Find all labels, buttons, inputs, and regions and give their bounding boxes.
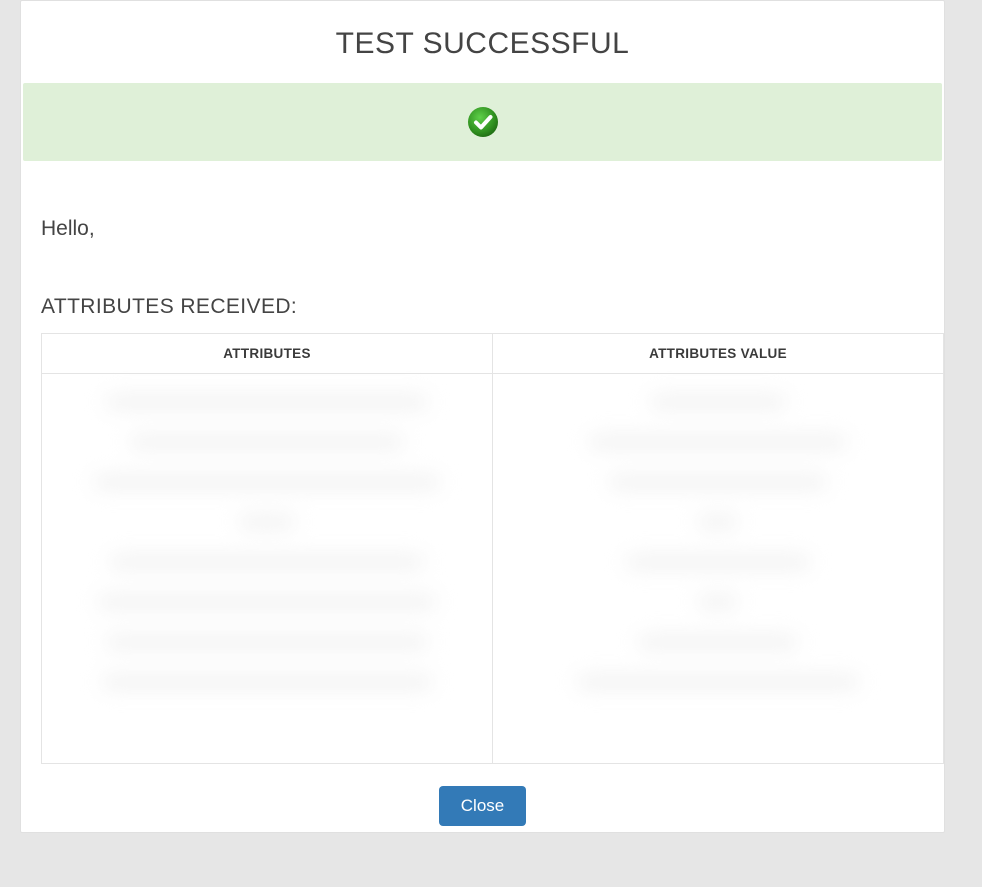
result-panel: TEST SUCCESSFUL — [20, 0, 945, 833]
table-header-attributes: ATTRIBUTES — [42, 334, 493, 374]
attributes-heading: ATTRIBUTES RECEIVED: — [21, 251, 944, 333]
attributes-table: ATTRIBUTES ATTRIBUTES VALUE — [41, 333, 944, 764]
action-row: Close — [21, 764, 944, 832]
close-button[interactable]: Close — [439, 786, 526, 826]
page-title: TEST SUCCESSFUL — [21, 1, 944, 83]
greeting-text: Hello, — [21, 161, 944, 251]
horizontal-scroll-container[interactable]: TEST SUCCESSFUL — [0, 0, 982, 870]
attributes-cell-redacted — [42, 374, 493, 764]
success-check-icon — [467, 106, 499, 138]
table-row — [42, 374, 944, 764]
success-band — [23, 83, 942, 161]
table-header-attributes-value: ATTRIBUTES VALUE — [493, 334, 944, 374]
attributes-value-cell-redacted — [493, 374, 944, 764]
